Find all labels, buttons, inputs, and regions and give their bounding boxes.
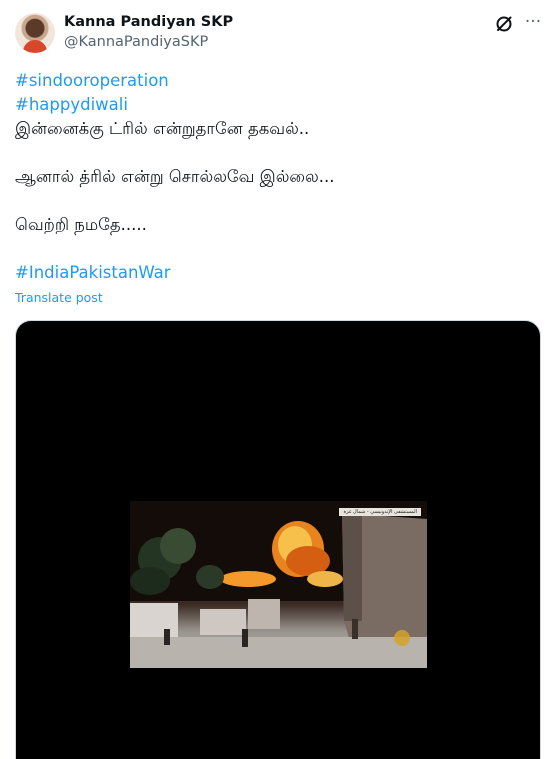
author-name[interactable]: Kanna Pandiyan SKP <box>64 14 233 30</box>
hashtag-sindooroperation[interactable]: #sindooroperation <box>15 69 540 93</box>
author-handle[interactable]: @KannaPandiyaSKP <box>64 34 208 50</box>
hashtag-happydiwali[interactable]: #happydiwali <box>15 93 540 117</box>
tweet-line: இன்னைக்கு ட்ரில் என்றுதானே தகவல்.. <box>15 119 310 138</box>
post: Kanna Pandiyan SKP @KannaPandiyaSKP ··· … <box>0 0 559 759</box>
line-spacer <box>15 237 540 261</box>
video-scene <box>130 501 427 668</box>
line-spacer <box>15 189 540 213</box>
hashtag-indiapakistanwar[interactable]: #IndiaPakistanWar <box>15 261 540 285</box>
grok-icon[interactable] <box>494 14 514 34</box>
translate-post-link[interactable]: Translate post <box>15 290 103 305</box>
tweet-line: வெற்றி நமதே..... <box>15 215 147 234</box>
line-spacer <box>15 141 540 165</box>
more-icon[interactable]: ··· <box>522 12 544 32</box>
avatar[interactable] <box>15 13 55 53</box>
news-ticker: المستشفى الإندونيسي - شمال غزة <box>339 508 421 516</box>
tweet-text: #sindooroperation #happydiwali இன்னைக்கு… <box>15 69 540 285</box>
tweet-line: ஆனால் த்ரில் என்று சொல்லவே இல்லை... <box>15 167 335 186</box>
video-player[interactable]: المستشفى الإندونيسي - شمال غزة <box>15 320 541 759</box>
video-frame[interactable]: المستشفى الإندونيسي - شمال غزة <box>130 501 427 668</box>
